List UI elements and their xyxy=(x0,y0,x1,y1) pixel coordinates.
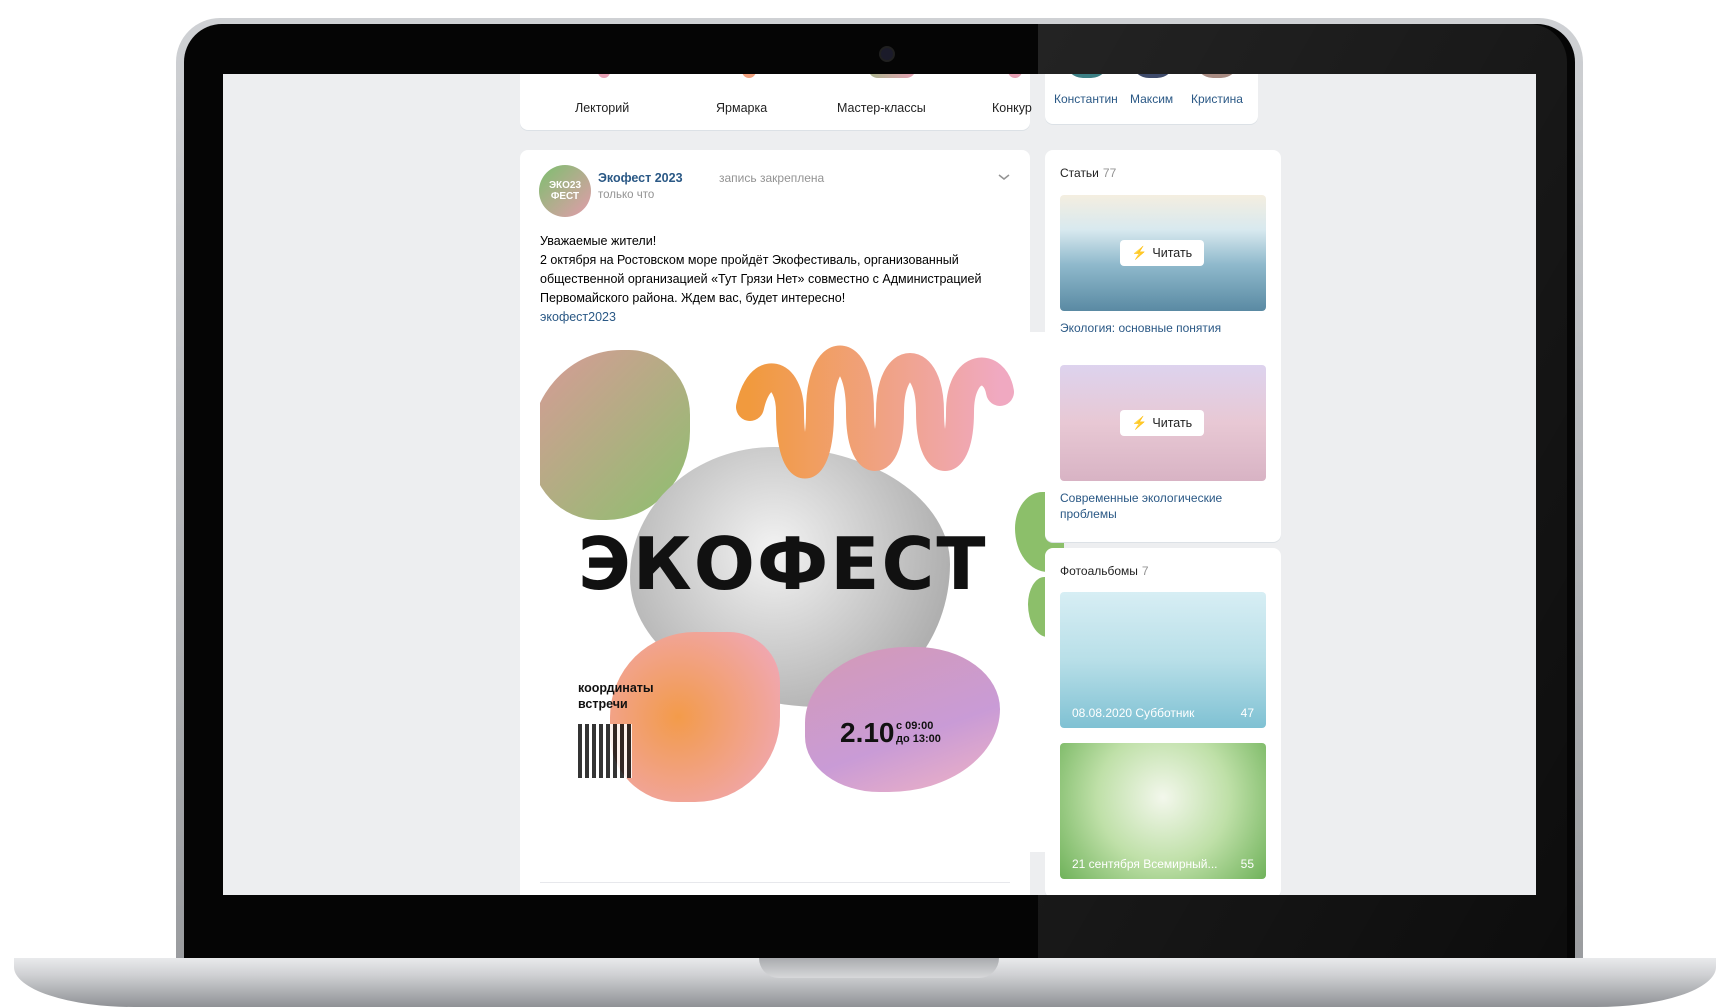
decor-wave xyxy=(742,74,756,78)
read-button[interactable]: ⚡ Читать xyxy=(1120,410,1204,436)
qr-code-icon[interactable] xyxy=(578,724,632,778)
article-title[interactable]: Экология: основные понятия xyxy=(1060,320,1250,336)
articles-header[interactable]: Статьи 77 xyxy=(1060,166,1116,180)
screen: Лекторий Ярмарка Мастер-классы Конкур Ко… xyxy=(223,74,1536,895)
menu-item-fair[interactable]: Ярмарка xyxy=(716,101,767,115)
lightning-icon: ⚡ xyxy=(1131,245,1148,260)
album-caption: 21 сентября Всемирный... xyxy=(1072,857,1218,871)
post-time[interactable]: только что xyxy=(598,189,654,201)
time-from: с 09:00 xyxy=(896,720,934,732)
albums-header[interactable]: Фотоальбомы 7 xyxy=(1060,564,1149,578)
friend-name[interactable]: Константин xyxy=(1054,92,1118,106)
hashtag-link[interactable]: экофест2023 xyxy=(540,308,1040,327)
laptop-frame: Лекторий Ярмарка Мастер-классы Конкур Ко… xyxy=(176,18,1583,966)
post-text-line: 2 октября на Ростовском море пройдёт Эко… xyxy=(540,253,959,267)
album-thumbnail[interactable]: 21 сентября Всемирный... 55 xyxy=(1060,743,1266,879)
avatar[interactable] xyxy=(1131,74,1175,78)
chevron-down-icon[interactable] xyxy=(998,170,1010,182)
post-text-line: Уважаемые жители! xyxy=(540,234,657,248)
articles-card: Статьи 77 ⚡ Читать Экология: основные поня… xyxy=(1045,150,1281,542)
article-thumbnail[interactable]: ⚡ Читать xyxy=(1060,195,1266,311)
friends-card: Константин Максим Кристина xyxy=(1045,74,1258,124)
event-menu-card: Лекторий Ярмарка Мастер-классы Конкур xyxy=(520,74,1032,130)
divider xyxy=(540,882,1010,883)
coords-line: координаты xyxy=(578,681,654,695)
decor-splash xyxy=(610,632,780,802)
avatar[interactable]: ЭКО23 ФЕСТ xyxy=(539,165,591,217)
friend-name[interactable]: Кристина xyxy=(1191,92,1243,106)
articles-count: 77 xyxy=(1102,166,1117,180)
read-label: Читать xyxy=(1152,246,1193,260)
read-label: Читать xyxy=(1152,416,1193,430)
album-count: 55 xyxy=(1240,857,1254,871)
lightning-icon: ⚡ xyxy=(1131,415,1148,430)
webcam-icon xyxy=(879,46,895,62)
albums-title: Фотоальбомы xyxy=(1060,564,1138,578)
album-thumbnail[interactable]: 08.08.2020 Субботник 47 xyxy=(1060,592,1266,728)
decor-squiggle xyxy=(736,345,1014,479)
decor-wave xyxy=(1008,74,1022,78)
coords-line: встречи xyxy=(578,697,628,711)
albums-count: 7 xyxy=(1141,564,1149,578)
time-to: до 13:00 xyxy=(896,733,941,745)
read-button[interactable]: ⚡ Читать xyxy=(1120,240,1204,266)
avatar-text: ЭКО23 ФЕСТ xyxy=(548,180,582,202)
article-thumbnail[interactable]: ⚡ Читать xyxy=(1060,365,1266,481)
coords-label: координаты встречи xyxy=(578,680,654,712)
pinned-label: запись закреплена xyxy=(719,171,825,185)
post-text-line: общественной организацией «Тут Грязи Нет… xyxy=(540,272,982,286)
laptop-notch xyxy=(759,958,999,978)
post-text-line: Первомайского района. Ждем вас, будет ин… xyxy=(540,291,846,305)
post-text: Уважаемые жители! 2 октября на Ростовско… xyxy=(540,232,1040,327)
menu-item-contest[interactable]: Конкур xyxy=(992,101,1032,115)
menu-item-workshops[interactable]: Мастер-классы xyxy=(837,101,926,115)
avatar[interactable] xyxy=(1065,74,1109,78)
album-caption: 08.08.2020 Субботник xyxy=(1072,706,1195,720)
menu-item-lectures[interactable]: Лекторий xyxy=(575,101,629,115)
post-image[interactable]: ЭКОФЕСТ координаты встречи 2.10 с 09:00 … xyxy=(540,332,1064,852)
decor-wave xyxy=(868,74,916,78)
poster-title: ЭКОФЕСТ xyxy=(578,522,988,606)
avatar[interactable] xyxy=(1195,74,1239,78)
album-count: 47 xyxy=(1240,706,1254,720)
pinned-post: ЭКО23 ФЕСТ Экофест 2023 только что запис… xyxy=(520,150,1064,895)
poster-date: 2.10 xyxy=(840,717,895,748)
post-author[interactable]: Экофест 2023 xyxy=(598,171,683,185)
decor-wave xyxy=(598,74,610,78)
poster-time: с 09:00 до 13:00 xyxy=(896,720,941,746)
friend-name[interactable]: Максим xyxy=(1130,92,1173,106)
article-title[interactable]: Современные экологические проблемы xyxy=(1060,490,1250,522)
albums-card: Фотоальбомы 7 08.08.2020 Субботник 47 21 … xyxy=(1045,548,1281,895)
articles-title: Статьи xyxy=(1060,166,1099,180)
